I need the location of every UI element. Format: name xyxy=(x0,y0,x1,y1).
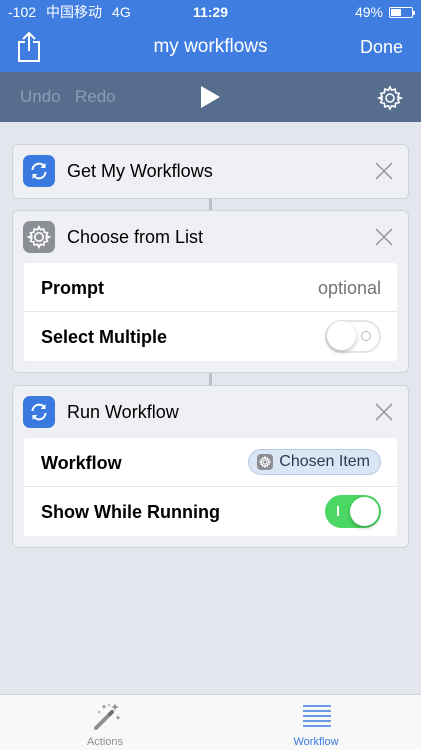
gear-icon xyxy=(257,454,274,470)
show-while-running-toggle[interactable] xyxy=(325,495,381,528)
tab-actions[interactable]: Actions xyxy=(55,695,155,750)
action-header: Run Workflow xyxy=(13,386,408,438)
action-header: Choose from List xyxy=(13,211,408,263)
parameter-row-workflow: Workflow Chosen Item xyxy=(24,438,397,487)
tab-workflow[interactable]: Workflow xyxy=(266,695,366,750)
action-card-get-my-workflows[interactable]: Get My Workflows xyxy=(12,144,409,199)
action-parameters: Prompt Select Multiple xyxy=(24,263,397,361)
magic-wand-icon xyxy=(94,703,121,730)
nav-bar: my workflows Done xyxy=(0,24,421,72)
parameter-row-select-multiple: Select Multiple xyxy=(24,312,397,361)
editor-toolbar: Undo Redo xyxy=(0,72,421,122)
network-type: 4G xyxy=(112,4,131,20)
close-icon[interactable] xyxy=(372,400,396,424)
battery-percent: 49% xyxy=(354,4,383,20)
done-button[interactable]: Done xyxy=(360,37,403,58)
battery-icon xyxy=(389,6,415,18)
tab-label: Workflow xyxy=(293,736,339,748)
status-left: -102 中国移动 4G xyxy=(8,2,131,22)
gear-icon[interactable] xyxy=(377,85,403,111)
toggle-knob xyxy=(350,497,379,526)
action-card-choose-from-list[interactable]: Choose from List Prompt Select Multiple xyxy=(12,210,409,373)
carrier-name: 中国移动 xyxy=(46,4,103,20)
parameter-label: Workflow xyxy=(41,453,122,473)
play-icon[interactable] xyxy=(198,85,222,109)
toggle-on-mark xyxy=(337,506,339,516)
gear-icon xyxy=(23,221,55,253)
connector-line xyxy=(209,199,212,210)
prompt-input[interactable] xyxy=(241,278,381,299)
connector-line xyxy=(209,373,212,385)
status-right: 49% xyxy=(354,4,415,20)
undo-button[interactable]: Undo xyxy=(20,87,61,107)
action-header: Get My Workflows xyxy=(13,145,408,197)
signal-strength: -102 xyxy=(8,4,37,20)
toggle-off-mark xyxy=(361,331,371,341)
page-title: my workflows xyxy=(153,36,268,57)
variable-chip[interactable]: Chosen Item xyxy=(248,449,381,475)
action-card-run-workflow[interactable]: Run Workflow Workflow Chosen Item Show W… xyxy=(12,385,409,548)
sync-icon xyxy=(23,396,55,428)
battery-fill xyxy=(391,8,401,16)
action-parameters: Workflow Chosen Item Show While Running xyxy=(24,438,397,536)
close-icon[interactable] xyxy=(372,159,396,183)
parameter-label: Prompt xyxy=(41,278,104,298)
tab-bar: Actions Workflow xyxy=(0,694,421,750)
variable-name: Chosen Item xyxy=(279,453,370,470)
select-multiple-toggle[interactable] xyxy=(325,320,381,353)
action-title: Get My Workflows xyxy=(67,161,213,181)
list-icon xyxy=(303,705,331,727)
sync-icon xyxy=(23,155,55,187)
parameter-label: Select Multiple xyxy=(41,327,168,347)
action-title: Choose from List xyxy=(67,227,204,247)
parameter-row-prompt: Prompt xyxy=(24,263,397,312)
toggle-knob xyxy=(327,321,356,350)
redo-button[interactable]: Redo xyxy=(75,87,116,107)
parameter-label: Show While Running xyxy=(41,502,220,522)
action-title: Run Workflow xyxy=(67,402,179,422)
status-bar: -102 中国移动 4G 11:29 49% xyxy=(0,0,421,24)
parameter-row-show-while-running: Show While Running xyxy=(24,487,397,536)
close-icon[interactable] xyxy=(372,225,396,249)
tab-label: Actions xyxy=(86,736,124,748)
